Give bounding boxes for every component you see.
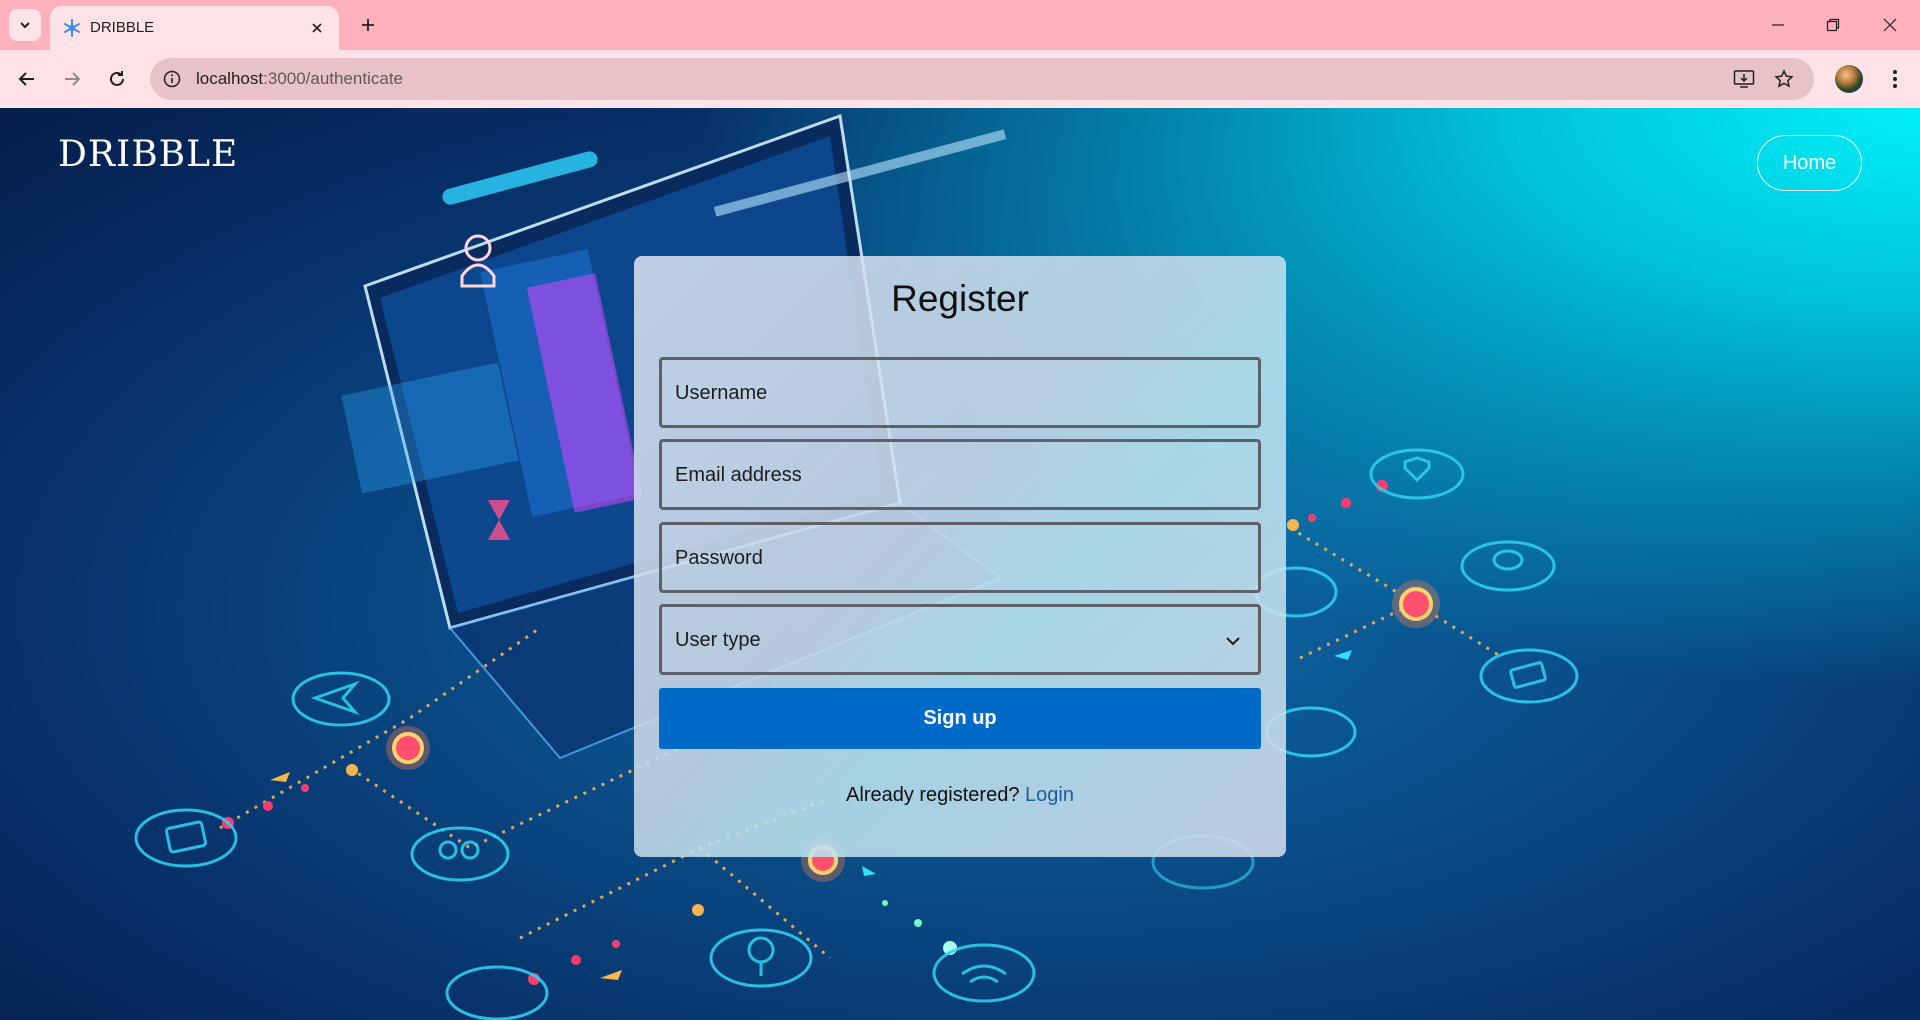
address-bar[interactable]: localhost:3000/authenticate [150,58,1814,100]
minimize-icon [1772,24,1784,26]
reload-button[interactable] [100,62,134,96]
user-type-placeholder: User type [675,629,761,651]
register-title: Register [891,278,1029,319]
close-window-button[interactable] [1862,0,1918,50]
page-viewport: DRIBBLE Home Register Username Email add… [0,108,1920,1020]
login-link[interactable]: Login [1025,784,1074,806]
username-placeholder: Username [675,382,768,404]
browser-menu-button[interactable] [1880,62,1910,96]
new-tab-button[interactable] [352,9,384,41]
password-input[interactable]: Password [659,522,1261,593]
close-tab-icon[interactable] [307,18,327,38]
restore-icon [1826,18,1840,32]
password-placeholder: Password [675,547,763,569]
more-vertical-icon [1893,70,1897,88]
email-placeholder: Email address [675,464,802,486]
username-input[interactable]: Username [659,357,1261,428]
profile-avatar[interactable] [1835,65,1863,93]
tab-search-button[interactable] [9,9,41,41]
chevron-down-icon [20,22,30,29]
register-card: Register Username Email address Password… [634,256,1286,857]
email-input[interactable]: Email address [659,439,1261,510]
url-text: localhost:3000/authenticate [196,69,404,88]
brand-logo[interactable]: DRIBBLE [58,134,238,175]
already-registered-text: Already registered? Login [846,784,1074,806]
restore-button[interactable] [1805,0,1861,50]
forward-button[interactable] [55,62,89,96]
browser-tab-active[interactable]: DRIBBLE [50,6,339,50]
snowflake-icon [64,19,80,37]
sign-up-button[interactable]: Sign up [659,688,1261,749]
bookmark-star-icon[interactable] [1772,67,1796,91]
user-type-select[interactable]: User type [659,604,1261,675]
back-button[interactable] [10,62,44,96]
chevron-down-icon [1226,637,1240,646]
home-button[interactable]: Home [1757,135,1862,191]
close-icon [1883,18,1897,32]
reload-icon [110,71,124,86]
browser-tab-bar: DRIBBLE [0,0,1920,50]
site-info-icon[interactable] [160,67,184,91]
browser-toolbar: localhost:3000/authenticate [0,50,1920,108]
plus-icon [362,19,374,31]
tab-title: DRIBBLE [90,19,155,36]
arrow-left-icon [18,72,34,86]
install-app-icon[interactable] [1732,67,1756,91]
arrow-right-icon [65,72,81,86]
minimize-button[interactable] [1750,0,1806,50]
